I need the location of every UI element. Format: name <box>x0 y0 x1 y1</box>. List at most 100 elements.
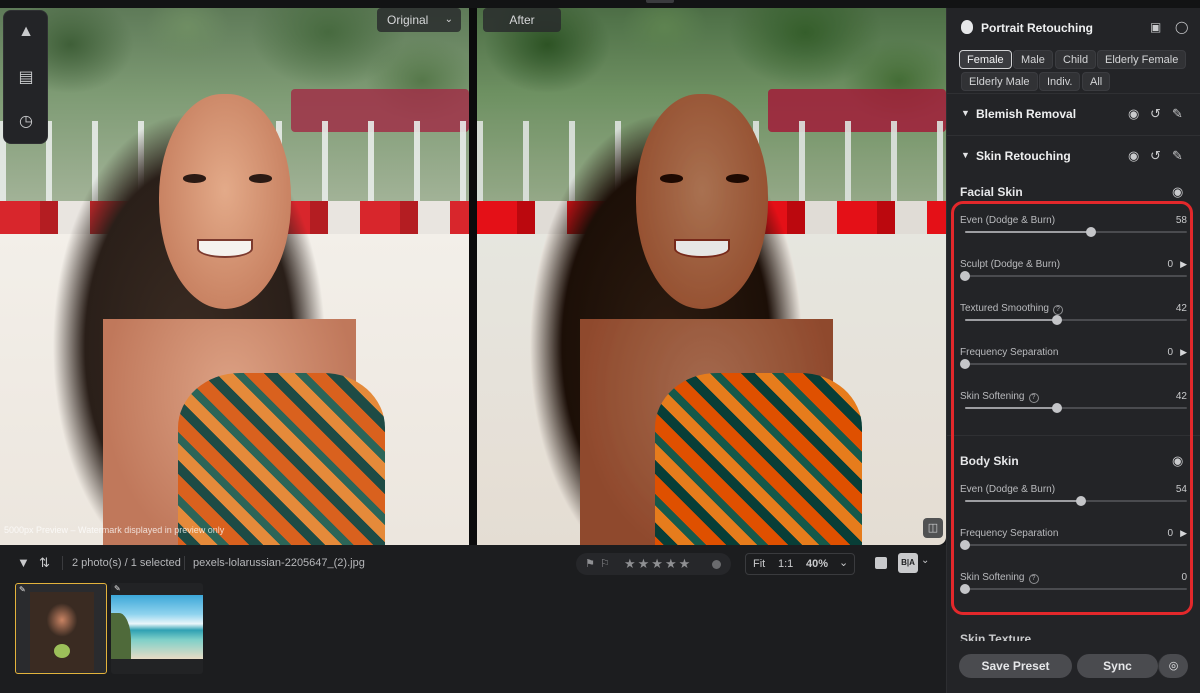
landscape-tool-icon[interactable]: ▲ <box>15 21 37 43</box>
single-view-icon[interactable] <box>875 557 887 569</box>
eye-icon[interactable]: ◉ <box>1128 106 1139 122</box>
chip-male[interactable]: Male <box>1013 50 1053 69</box>
slider-label: Even (Dodge & Burn) <box>960 484 1056 495</box>
drag-handle[interactable] <box>646 0 674 3</box>
body-skin-title: Body Skin <box>960 454 1019 468</box>
zoom-control: Fit 1:1 40% ⌄ <box>745 553 855 575</box>
zoom-1to1-button[interactable]: 1:1 <box>778 558 793 570</box>
slider-value: 0 <box>1167 347 1173 358</box>
slider-label: Textured Smoothing? <box>960 303 1063 315</box>
slider-body-frequency-separation[interactable]: Frequency Separation 0 ▶ <box>960 528 1187 568</box>
slider-value: 54 <box>1175 484 1187 495</box>
chip-all[interactable]: All <box>1082 72 1111 91</box>
thumbnail-portrait[interactable]: ✎ <box>15 583 107 674</box>
before-after-view-icon[interactable]: B|A <box>898 553 918 573</box>
compare-divider[interactable] <box>469 8 477 545</box>
section-title: Skin Retouching <box>976 149 1071 163</box>
expand-arrow-icon[interactable]: ▶ <box>1180 347 1187 358</box>
file-name: pexels-lolarussian-2205647_(2).jpg <box>193 557 365 569</box>
slider-knob[interactable] <box>1075 496 1086 506</box>
expand-triangle-icon[interactable]: ▼ <box>961 150 970 160</box>
star-rating[interactable]: ★★★★★ <box>624 556 692 572</box>
eye-icon[interactable]: ◉ <box>1128 148 1139 164</box>
thumbnail-image <box>111 595 203 659</box>
separator <box>184 556 185 570</box>
slider-body-even[interactable]: Even (Dodge & Burn) 54 <box>960 484 1187 524</box>
reset-icon[interactable]: ↺ <box>1150 148 1161 164</box>
slider-knob[interactable] <box>1051 315 1062 325</box>
save-preset-button[interactable]: Save Preset <box>959 654 1072 678</box>
toggle-panel-icon[interactable]: ◯ <box>1175 20 1188 34</box>
slider-facial-even[interactable]: Even (Dodge & Burn) 58 <box>960 215 1187 255</box>
eye-icon[interactable]: ◉ <box>1172 453 1183 469</box>
separator <box>62 556 63 570</box>
face-detect-icon[interactable]: ▣ <box>1150 20 1161 34</box>
slider-label: Sculpt (Dodge & Burn) <box>960 259 1061 270</box>
slider-facial-textured-smoothing[interactable]: Textured Smoothing? 42 <box>960 303 1187 343</box>
section-title: Blemish Removal <box>976 107 1077 121</box>
chevron-down-icon[interactable]: ⌄ <box>921 555 929 566</box>
expand-arrow-icon[interactable]: ▶ <box>1180 528 1187 539</box>
slider-label: Skin Softening? <box>960 572 1039 584</box>
slider-knob[interactable] <box>1086 227 1097 237</box>
section-skin-retouching[interactable]: ▼ Skin Retouching ◉ ↺ ✎ <box>947 135 1200 177</box>
chip-elderly-female[interactable]: Elderly Female <box>1097 50 1187 69</box>
help-icon[interactable]: ? <box>1052 305 1063 315</box>
color-label-dot[interactable] <box>712 560 721 569</box>
history-icon[interactable]: ◷ <box>15 111 37 133</box>
help-icon[interactable]: ? <box>1028 393 1039 403</box>
zoom-percent[interactable]: 40% <box>806 558 828 570</box>
chip-female[interactable]: Female <box>959 50 1012 69</box>
rating-bar: ⚑ ⚐ ★★★★★ <box>576 553 731 575</box>
facial-skin-title: Facial Skin <box>960 185 1023 199</box>
thumbnail-beach[interactable]: ✎ <box>111 583 203 674</box>
zoom-fit-button[interactable]: Fit <box>753 558 765 570</box>
texture-tool-icon[interactable]: ▤ <box>15 67 37 89</box>
original-photo[interactable] <box>0 8 469 545</box>
divider <box>947 435 1200 436</box>
sort-icon[interactable]: ⇅ <box>39 555 50 571</box>
slider-facial-skin-softening[interactable]: Skin Softening? 42 <box>960 391 1187 431</box>
help-icon[interactable]: ? <box>1028 574 1039 584</box>
after-label: After <box>483 8 561 32</box>
slider-knob[interactable] <box>1051 403 1062 413</box>
slider-body-skin-softening[interactable]: Skin Softening? 0 <box>960 572 1187 612</box>
after-photo[interactable] <box>477 8 946 545</box>
pick-flag-icon[interactable]: ⚐ <box>600 557 610 570</box>
split-view-icon[interactable]: ◫ <box>923 518 943 538</box>
sync-settings-icon[interactable]: ◎ <box>1158 654 1188 678</box>
slider-value: 58 <box>1175 215 1187 226</box>
chevron-down-icon[interactable]: ⌄ <box>839 556 848 569</box>
chevron-down-icon: ⌄ <box>444 14 453 25</box>
chip-indiv[interactable]: Indiv. <box>1039 72 1081 91</box>
slider-knob[interactable] <box>960 359 970 369</box>
tool-strip: ▲ ▤ ◷ <box>3 10 48 144</box>
title-strip <box>0 0 1200 8</box>
reset-icon[interactable]: ↺ <box>1150 106 1161 122</box>
original-label: Original <box>387 13 429 27</box>
slider-label: Frequency Separation <box>960 347 1059 358</box>
slider-value: 42 <box>1175 303 1187 314</box>
reject-flag-icon[interactable]: ⚑ <box>585 557 595 570</box>
slider-knob[interactable] <box>960 540 970 550</box>
sync-button[interactable]: Sync <box>1077 654 1158 678</box>
chip-child[interactable]: Child <box>1055 50 1097 69</box>
eye-icon[interactable]: ◉ <box>1172 184 1183 200</box>
chip-elderly-male[interactable]: Elderly Male <box>961 72 1038 91</box>
expand-triangle-icon[interactable]: ▼ <box>961 108 970 118</box>
section-skin-texture[interactable]: Skin Texture <box>960 632 1031 641</box>
brush-icon[interactable]: ✎ <box>1172 148 1183 164</box>
section-blemish-removal[interactable]: ▼ Blemish Removal ◉ ↺ ✎ <box>947 93 1200 135</box>
slider-knob[interactable] <box>960 584 970 594</box>
slider-facial-sculpt[interactable]: Sculpt (Dodge & Burn) 0 ▶ <box>960 259 1187 299</box>
panel-header: Portrait Retouching ▣ ◯ <box>947 8 1200 48</box>
thumbnail-image <box>30 592 94 672</box>
slider-facial-frequency-separation[interactable]: Frequency Separation 0 ▶ <box>960 347 1187 387</box>
original-dropdown[interactable]: Original ⌄ <box>377 8 461 32</box>
brush-icon[interactable]: ✎ <box>1172 106 1183 122</box>
filter-icon[interactable]: ▼ <box>17 555 30 570</box>
edited-pencil-icon: ✎ <box>114 584 121 593</box>
photo-scene <box>477 8 946 545</box>
expand-arrow-icon[interactable]: ▶ <box>1180 259 1187 270</box>
slider-knob[interactable] <box>960 271 970 281</box>
